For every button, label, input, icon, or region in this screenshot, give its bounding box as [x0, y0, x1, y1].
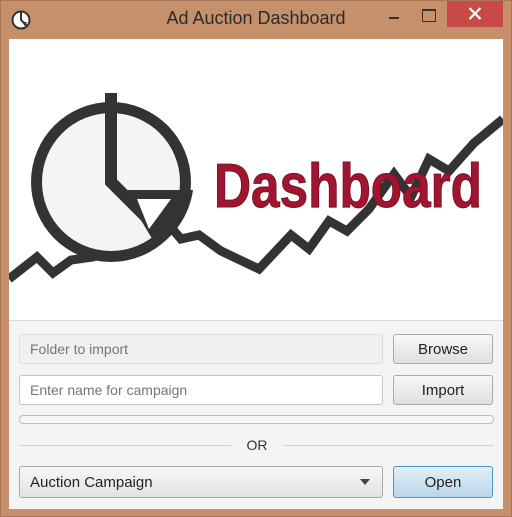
maximize-button[interactable] [411, 1, 445, 27]
close-button[interactable] [447, 1, 503, 27]
app-window: Ad Auction Dashboard Dashboard Folder to… [0, 0, 512, 517]
main-content: Dashboard Browse Import OR Auction Campa… [6, 39, 506, 509]
campaign-select-value: Auction Campaign [30, 473, 153, 491]
dashboard-banner: Dashboard [6, 39, 506, 321]
banner-graphic: Dashboard [6, 93, 506, 283]
import-button[interactable]: Import [393, 375, 493, 405]
title-bar[interactable]: Ad Auction Dashboard [1, 1, 511, 38]
pie-chart-icon [31, 93, 193, 262]
chevron-down-icon [360, 479, 370, 485]
browse-button[interactable]: Browse [393, 334, 493, 364]
folder-input[interactable] [19, 334, 383, 364]
campaign-select[interactable]: Auction Campaign [19, 466, 383, 498]
or-separator: OR [246, 437, 268, 453]
import-progress-bar [19, 415, 494, 424]
divider-line-right [283, 445, 494, 446]
campaign-name-input[interactable] [19, 375, 383, 405]
logo-text: Dashboard [214, 152, 482, 221]
divider-line-left [19, 445, 231, 446]
open-button[interactable]: Open [393, 466, 493, 498]
minimize-button[interactable] [377, 1, 411, 27]
close-icon [468, 7, 482, 20]
